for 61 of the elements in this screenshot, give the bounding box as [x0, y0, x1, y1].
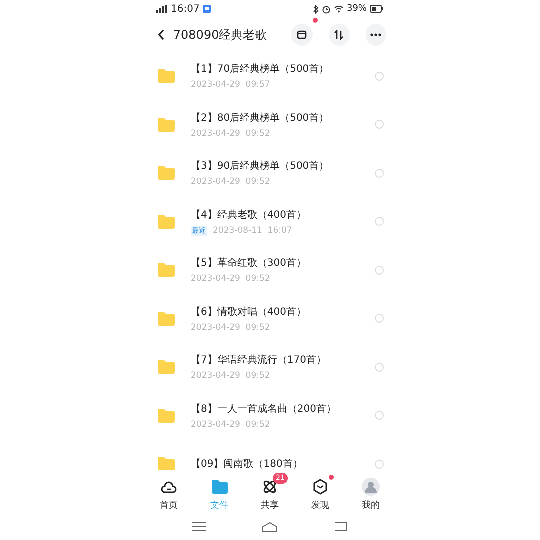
folder-icon: [158, 408, 175, 423]
folder-title: 708090经典老歌: [173, 26, 268, 44]
box-icon: [297, 30, 308, 40]
select-radio[interactable]: [375, 460, 384, 469]
file-name[interactable]: 【09】闽南歌（180首）: [191, 457, 375, 470]
select-radio[interactable]: [375, 120, 384, 130]
file-name[interactable]: 【2】80后经典榜单（500首）: [191, 110, 375, 125]
more-button[interactable]: [366, 24, 386, 46]
file-name[interactable]: 【3】90后经典榜单（500首）: [191, 159, 375, 174]
folder-icon: [158, 263, 175, 278]
cube-icon: [312, 479, 328, 495]
battery-icon: [370, 5, 384, 13]
atom-icon: [262, 479, 278, 495]
file-date: 2023-04-29 09:52: [191, 371, 270, 382]
folder-icon: [158, 312, 175, 326]
select-radio[interactable]: [375, 72, 384, 81]
file-name[interactable]: 【6】情歌对唱（400首）: [191, 304, 375, 319]
sort-icon: [334, 30, 344, 40]
back-icon[interactable]: [158, 29, 166, 41]
more-icon: [370, 33, 382, 37]
signal-icon: [156, 5, 168, 13]
wifi-icon: [334, 5, 344, 13]
cloud-icon: [161, 480, 178, 494]
file-name[interactable]: 【5】革命红歌（300首）: [191, 256, 375, 270]
folder-icon: [158, 360, 175, 374]
file-date: 2023-04-29 09:52: [191, 128, 270, 139]
select-radio[interactable]: [375, 168, 384, 178]
status-time: 16:07: [171, 4, 200, 14]
file-name[interactable]: 【1】70后经典榜单（500首）: [191, 62, 375, 76]
select-radio[interactable]: [375, 266, 384, 275]
nav-tab[interactable]: 我的: [346, 472, 396, 512]
select-radio[interactable]: [375, 217, 384, 226]
app-icon: [202, 5, 211, 13]
select-radio[interactable]: [375, 362, 384, 372]
folder-icon: [158, 69, 175, 84]
file-date: 2023-04-29 09:57: [191, 80, 270, 90]
select-radio[interactable]: [375, 411, 384, 420]
file-date: 2023-08-11 16:07: [213, 226, 292, 236]
nav-tab[interactable]: 发现: [295, 472, 346, 512]
folder-icon: [158, 457, 175, 470]
alarm-icon: [322, 4, 331, 14]
menu-icon[interactable]: [192, 522, 206, 532]
select-radio[interactable]: [375, 314, 384, 324]
cloud-save-button[interactable]: [291, 24, 314, 46]
file-date: 2023-04-29 09:52: [191, 274, 270, 284]
avatar-icon: [362, 478, 380, 496]
file-name[interactable]: 【8】一人一首成名曲（200首）: [191, 402, 375, 416]
file-date: 2023-04-29 09:52: [191, 177, 270, 188]
nav-tab[interactable]: 首页: [144, 472, 194, 512]
file-name[interactable]: 【4】经典老歌（400首）: [191, 208, 375, 222]
file-date: 2023-04-29 09:52: [191, 420, 270, 430]
folder-icon: [212, 480, 228, 494]
folder-icon: [158, 166, 175, 180]
folder-icon: [158, 118, 175, 132]
bluetooth-icon: [312, 4, 319, 14]
folder-icon: [158, 214, 175, 229]
sort-button[interactable]: [329, 24, 350, 46]
file-date: 2023-04-29 09:52: [191, 322, 270, 333]
battery-level: 39%: [346, 4, 367, 14]
home-icon[interactable]: [262, 522, 278, 532]
file-name[interactable]: 【7】华语经典流行（170首）: [191, 353, 375, 368]
